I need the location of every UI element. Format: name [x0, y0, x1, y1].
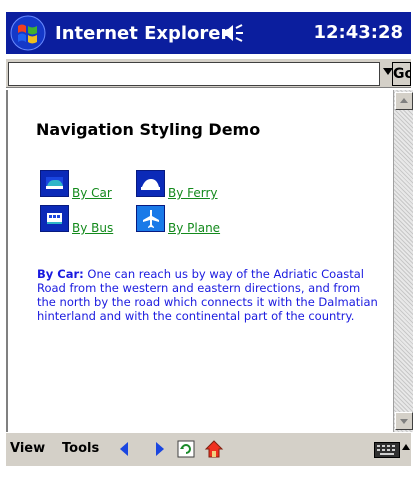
page-title: Navigation Styling Demo [36, 120, 261, 139]
link-by-plane[interactable]: By Plane [168, 221, 220, 235]
scroll-down-button[interactable] [395, 412, 413, 430]
windows-flag-icon[interactable] [9, 14, 47, 52]
keyboard-icon[interactable] [374, 442, 400, 458]
nav-item-car[interactable]: By Car [40, 170, 112, 200]
arrow-down-icon [400, 419, 408, 424]
home-icon[interactable] [204, 439, 224, 459]
arrow-up-icon [400, 98, 408, 103]
chevron-up-icon[interactable] [402, 444, 410, 450]
scroll-up-button[interactable] [395, 92, 413, 110]
car-icon[interactable] [40, 170, 69, 197]
address-bar: Go [6, 58, 411, 88]
web-page: Navigation Styling Demo By Car By Ferry … [8, 90, 392, 432]
nav-item-ferry[interactable]: By Ferry [136, 170, 218, 200]
clock[interactable]: 12:43:28 [313, 22, 403, 43]
view-menu[interactable]: View [10, 441, 45, 456]
bottom-toolbar: View Tools [6, 432, 411, 466]
refresh-icon[interactable] [176, 439, 196, 459]
bus-icon[interactable] [40, 205, 69, 232]
vertical-scrollbar[interactable] [393, 90, 413, 432]
link-by-car[interactable]: By Car [72, 186, 112, 200]
tools-menu[interactable]: Tools [62, 441, 99, 456]
forward-icon[interactable] [146, 439, 166, 459]
content-viewport: Navigation Styling Demo By Car By Ferry … [6, 90, 413, 432]
speaker-icon[interactable] [220, 21, 246, 45]
title-bar: Internet Explorer 12:43:28 [6, 12, 411, 54]
pocket-ie-window: Internet Explorer 12:43:28 Go Navigation… [0, 0, 414, 481]
ferry-icon[interactable] [136, 170, 165, 197]
description-text: One can reach us by way of the Adriatic … [37, 267, 378, 323]
nav-item-plane[interactable]: By Plane [136, 205, 220, 235]
app-title: Internet Explorer [55, 22, 230, 44]
go-button[interactable]: Go [392, 62, 411, 86]
plane-icon[interactable] [136, 205, 165, 232]
nav-item-bus[interactable]: By Bus [40, 205, 113, 235]
back-icon[interactable] [118, 439, 138, 459]
link-by-bus[interactable]: By Bus [72, 221, 113, 235]
description-paragraph: By Car: One can reach us by way of the A… [37, 267, 382, 323]
link-by-ferry[interactable]: By Ferry [168, 186, 218, 200]
description-label: By Car: [37, 267, 84, 281]
address-input[interactable] [8, 62, 380, 86]
